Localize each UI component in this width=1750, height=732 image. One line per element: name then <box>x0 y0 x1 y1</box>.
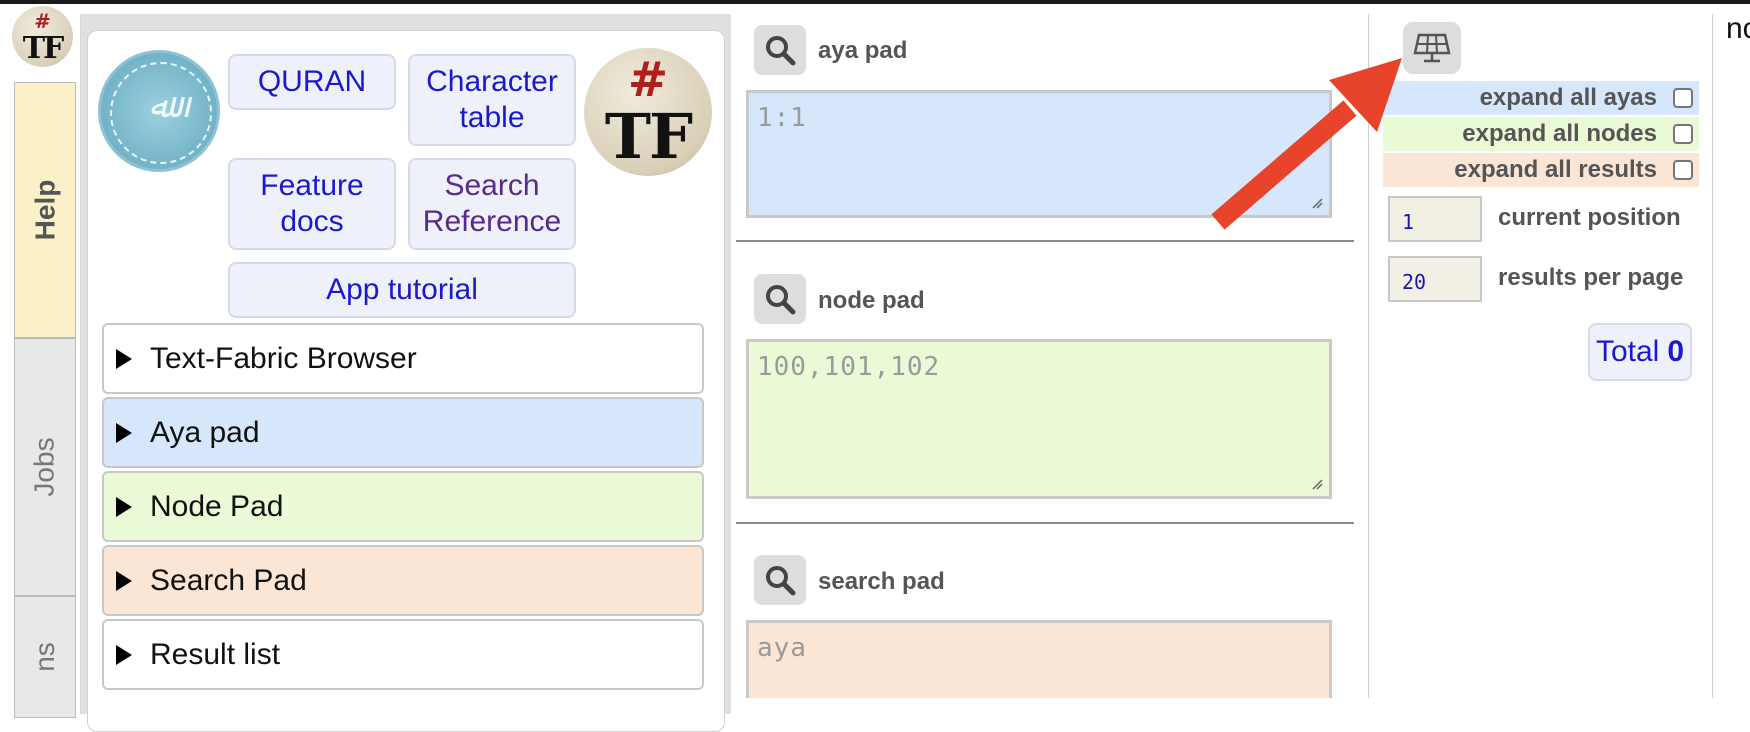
tab-help[interactable]: Help <box>14 82 76 338</box>
column-separator <box>1368 14 1369 698</box>
expand-all-nodes-checkbox[interactable] <box>1673 124 1693 144</box>
tf-logo[interactable]: # TF <box>584 48 712 176</box>
section-result-list[interactable]: Result list <box>102 619 704 690</box>
results-per-page-input[interactable]: 20 <box>1388 256 1482 302</box>
magnifier-icon <box>766 285 796 315</box>
character-table-link[interactable]: Character table <box>408 54 576 146</box>
tf-logo-small[interactable]: # TF <box>12 6 73 67</box>
resize-grip-icon[interactable] <box>1311 478 1323 490</box>
section-search-pad[interactable]: Search Pad <box>102 545 704 616</box>
quran-link[interactable]: QURAN <box>228 54 396 110</box>
window-top-bar <box>0 0 1750 4</box>
expand-all-nodes-label: expand all nodes <box>1462 120 1657 147</box>
current-position-input[interactable]: 1 <box>1388 196 1482 242</box>
total-count: 0 <box>1667 335 1685 368</box>
section-text-fabric-browser[interactable]: Text-Fabric Browser <box>102 323 704 394</box>
disclosure-triangle-icon <box>116 496 132 517</box>
tab-jobs-label: Jobs <box>29 437 60 497</box>
divider <box>736 240 1354 242</box>
quran-logo[interactable]: ﷲ <box>98 50 220 172</box>
solar-panel-icon <box>1413 33 1451 63</box>
search-reference-link[interactable]: Search Reference <box>408 158 576 250</box>
truncated-panel-text: nc <box>1726 12 1750 45</box>
magnifier-icon <box>766 566 796 596</box>
results-per-page-label: results per page <box>1498 264 1684 291</box>
search-pad-input[interactable]: aya <box>746 620 1332 698</box>
column-separator <box>1712 14 1713 698</box>
expand-all-ayas-label: expand all ayas <box>1479 84 1657 111</box>
divider <box>736 522 1354 524</box>
node-pad-title: node pad <box>818 287 925 314</box>
expand-all-results-label: expand all results <box>1454 156 1657 183</box>
tab-help-label: Help <box>29 179 60 241</box>
layout-toggle-button[interactable] <box>1403 22 1461 74</box>
node-search-button[interactable] <box>754 274 806 324</box>
search-pad-button[interactable] <box>754 555 806 605</box>
aya-pad-input[interactable]: 1:1 <box>746 90 1332 218</box>
expand-all-ayas-checkbox[interactable] <box>1673 88 1693 108</box>
expand-all-nodes-row: expand all nodes <box>1383 117 1699 151</box>
feature-docs-link[interactable]: Feature docs <box>228 158 396 250</box>
node-pad-input[interactable]: 100,101,102 <box>746 339 1332 499</box>
current-position-label: current position <box>1498 204 1681 231</box>
search-pad-title: search pad <box>818 568 945 595</box>
disclosure-triangle-icon <box>116 570 132 591</box>
expand-all-results-checkbox[interactable] <box>1673 160 1693 180</box>
total-label: Total <box>1595 335 1660 368</box>
aya-pad-title: aya pad <box>818 37 908 64</box>
aya-search-button[interactable] <box>754 25 806 75</box>
magnifier-icon <box>766 36 796 66</box>
tab-jobs[interactable]: Jobs <box>14 338 76 596</box>
disclosure-triangle-icon <box>116 348 132 369</box>
expand-all-ayas-row: expand all ayas <box>1383 81 1699 115</box>
disclosure-triangle-icon <box>116 422 132 443</box>
disclosure-triangle-icon <box>116 644 132 665</box>
tab-options-label: ns <box>28 642 60 672</box>
expand-all-results-row: expand all results <box>1383 153 1699 187</box>
total-results-button[interactable]: Total 0 <box>1588 323 1692 381</box>
resize-grip-icon[interactable] <box>1311 197 1323 209</box>
tab-options[interactable]: ns <box>14 596 76 718</box>
section-node-pad[interactable]: Node Pad <box>102 471 704 542</box>
section-aya-pad[interactable]: Aya pad <box>102 397 704 468</box>
app-tutorial-link[interactable]: App tutorial <box>228 262 576 318</box>
